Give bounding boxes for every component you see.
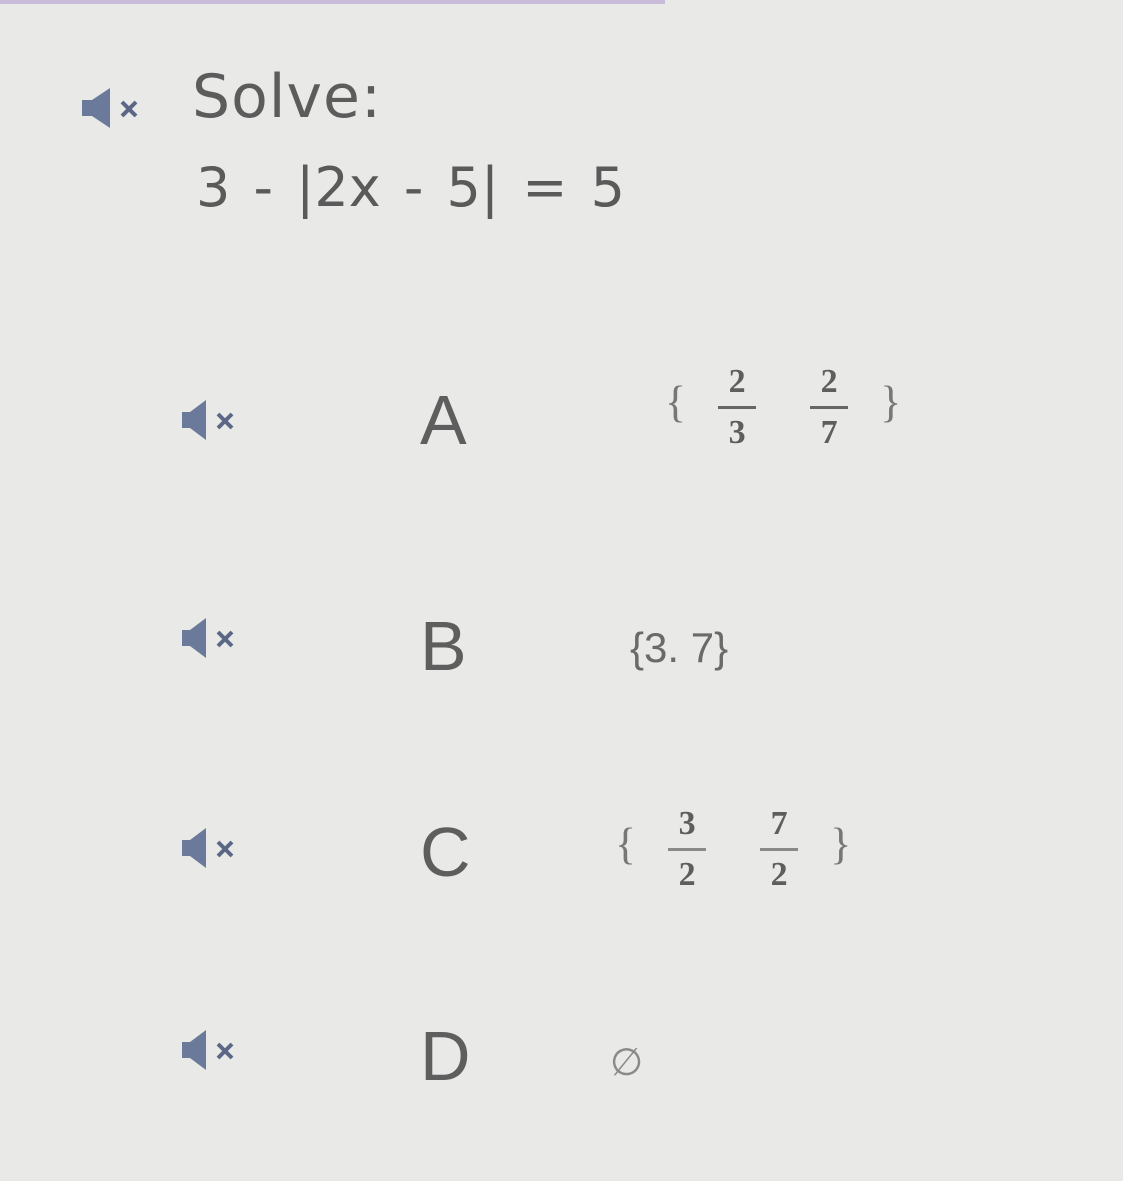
choice-a[interactable]: A { 2 3 2 7 } bbox=[0, 360, 1123, 490]
choice-d-audio-button[interactable] bbox=[180, 1030, 260, 1070]
question-audio-button[interactable] bbox=[78, 88, 168, 128]
fraction: 3 2 bbox=[668, 804, 707, 895]
choice-a-answer: { 2 3 2 7 } bbox=[665, 362, 901, 453]
numerator: 3 bbox=[678, 805, 696, 842]
choice-c-letter: C bbox=[420, 813, 471, 891]
choice-a-letter: A bbox=[420, 381, 467, 459]
numerator: 2 bbox=[728, 363, 746, 400]
choice-b[interactable]: B {3. 7} bbox=[0, 590, 1123, 720]
denominator: 2 bbox=[678, 856, 696, 893]
fraction: 2 7 bbox=[810, 362, 849, 453]
speaker-muted-icon bbox=[182, 618, 234, 658]
choice-b-audio-button[interactable] bbox=[180, 618, 260, 658]
fraction: 2 3 bbox=[718, 362, 757, 453]
speaker-muted-icon bbox=[182, 1030, 234, 1070]
fraction-bar bbox=[810, 406, 849, 409]
numerator: 2 bbox=[820, 363, 838, 400]
speaker-muted-icon bbox=[182, 400, 234, 440]
top-divider bbox=[0, 0, 665, 4]
question-label: Solve: bbox=[192, 62, 383, 132]
choice-c[interactable]: C { 3 2 7 2 } bbox=[0, 800, 1123, 930]
choice-b-letter: B bbox=[420, 607, 467, 685]
choice-c-answer: { 3 2 7 2 } bbox=[615, 804, 851, 895]
choice-d-answer: ∅ bbox=[610, 1042, 644, 1084]
fraction-bar bbox=[718, 406, 757, 409]
set-close-brace: } bbox=[880, 377, 902, 427]
denominator: 2 bbox=[770, 856, 788, 893]
numerator: 7 bbox=[770, 805, 788, 842]
fraction-bar bbox=[668, 848, 707, 851]
choice-c-audio-button[interactable] bbox=[180, 828, 260, 868]
denominator: 7 bbox=[820, 414, 838, 451]
fraction-bar bbox=[760, 848, 799, 851]
set-open-brace: { bbox=[615, 819, 637, 869]
set-close-brace: } bbox=[830, 819, 852, 869]
question-equation: 3 - |2x - 5| = 5 bbox=[196, 156, 625, 219]
set-open-brace: { bbox=[665, 377, 687, 427]
speaker-muted-icon bbox=[82, 88, 138, 128]
fraction: 7 2 bbox=[760, 804, 799, 895]
choice-a-audio-button[interactable] bbox=[180, 400, 260, 440]
choice-b-answer: {3. 7} bbox=[630, 624, 729, 671]
denominator: 3 bbox=[728, 414, 746, 451]
speaker-muted-icon bbox=[182, 828, 234, 868]
choice-d-letter: D bbox=[420, 1017, 471, 1095]
choice-d[interactable]: D ∅ bbox=[0, 1010, 1123, 1140]
